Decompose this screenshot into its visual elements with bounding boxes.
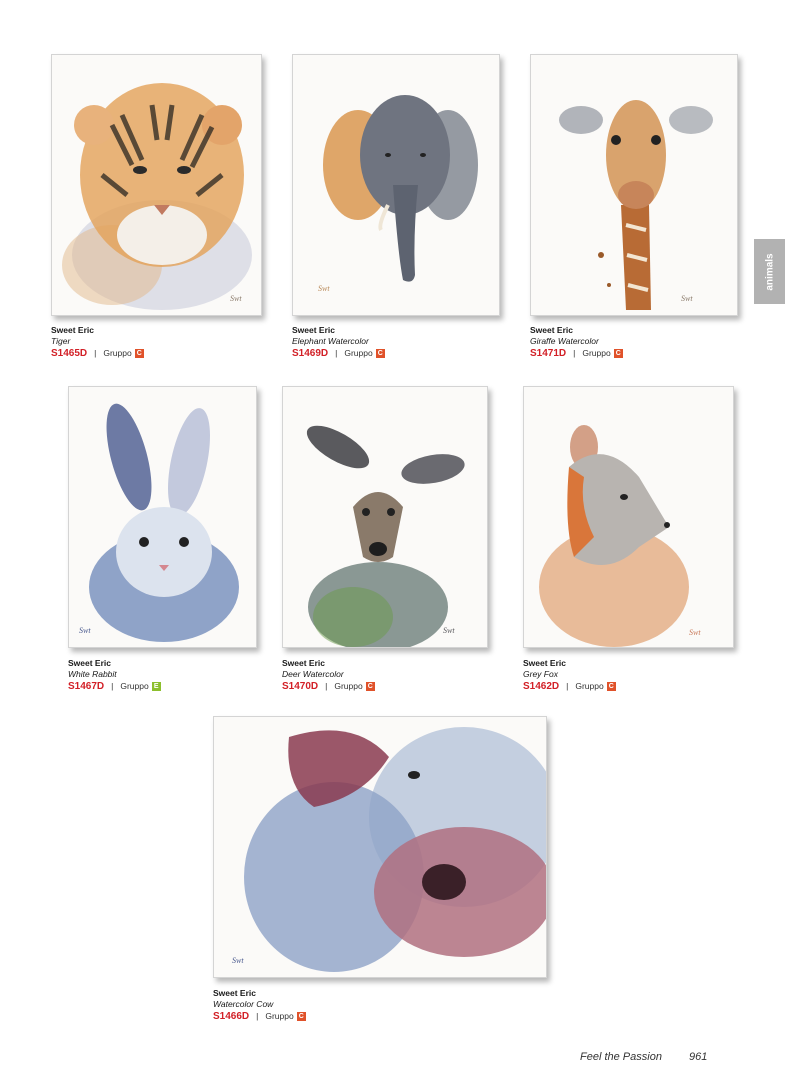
caption: Sweet Eric Grey Fox S1462D | Gruppo C xyxy=(523,658,616,692)
artwork-deer[interactable]: Swt xyxy=(282,386,488,648)
product-code: S1462D xyxy=(523,681,560,692)
artwork-title: Giraffe Watercolor xyxy=(530,336,599,346)
svg-text:Swt: Swt xyxy=(79,626,91,635)
group-label: Gruppo xyxy=(265,1011,294,1021)
group-badge: E xyxy=(151,682,161,691)
caption: Sweet Eric Tiger S1465D | Gruppo C xyxy=(51,325,144,359)
separator: | xyxy=(566,681,569,691)
svg-text:Swt: Swt xyxy=(689,628,701,637)
group-label: Gruppo xyxy=(582,348,611,358)
artwork-title: Watercolor Cow xyxy=(213,999,274,1009)
section-tab-label: animals xyxy=(764,252,775,291)
artist-name: Sweet Eric xyxy=(213,988,256,998)
artist-name: Sweet Eric xyxy=(68,658,111,668)
separator: | xyxy=(325,681,328,691)
artwork-rabbit[interactable]: Swt xyxy=(68,386,257,648)
separator: | xyxy=(256,1011,259,1021)
product-code: S1465D xyxy=(51,348,88,359)
artwork-title: White Rabbit xyxy=(68,669,117,679)
svg-text:Swt: Swt xyxy=(681,294,693,303)
artwork-title: Tiger xyxy=(51,336,71,346)
product-code: S1470D xyxy=(282,681,319,692)
artwork-elephant[interactable]: Swt xyxy=(292,54,500,316)
svg-text:Swt: Swt xyxy=(232,956,244,965)
caption: Sweet Eric Elephant Watercolor S1469D | … xyxy=(292,325,385,359)
separator: | xyxy=(94,348,97,358)
product-code: S1469D xyxy=(292,348,329,359)
artwork-title: Deer Watercolor xyxy=(282,669,344,679)
product-code: S1471D xyxy=(530,348,567,359)
svg-text:Swt: Swt xyxy=(443,626,455,635)
group-label: Gruppo xyxy=(575,681,604,691)
separator: | xyxy=(335,348,338,358)
footer-slogan: Feel the Passion xyxy=(580,1051,662,1063)
caption: Sweet Eric White Rabbit S1467D | Gruppo … xyxy=(68,658,161,692)
artwork-title: Grey Fox xyxy=(523,669,558,679)
caption: Sweet Eric Giraffe Watercolor S1471D | G… xyxy=(530,325,623,359)
caption: Sweet Eric Watercolor Cow S1466D | Grupp… xyxy=(213,988,306,1022)
separator: | xyxy=(111,681,114,691)
artwork-fox[interactable]: Swt xyxy=(523,386,734,648)
group-label: Gruppo xyxy=(120,681,149,691)
group-label: Gruppo xyxy=(103,348,132,358)
page-footer: Feel the Passion 961 xyxy=(580,1051,707,1063)
group-badge: C xyxy=(296,1012,306,1021)
artist-name: Sweet Eric xyxy=(523,658,566,668)
group-badge: C xyxy=(375,349,385,358)
separator: | xyxy=(573,348,576,358)
group-badge: C xyxy=(365,682,375,691)
group-label: Gruppo xyxy=(344,348,373,358)
artwork-giraffe[interactable]: Swt xyxy=(530,54,738,316)
section-tab: animals xyxy=(754,239,785,304)
artwork-title: Elephant Watercolor xyxy=(292,336,369,346)
artwork-cow[interactable]: Swt xyxy=(213,716,547,978)
caption: Sweet Eric Deer Watercolor S1470D | Grup… xyxy=(282,658,375,692)
product-code: S1466D xyxy=(213,1011,250,1022)
artist-name: Sweet Eric xyxy=(282,658,325,668)
page-number: 961 xyxy=(689,1051,708,1063)
artist-name: Sweet Eric xyxy=(51,325,94,335)
group-label: Gruppo xyxy=(334,681,363,691)
artist-name: Sweet Eric xyxy=(292,325,335,335)
product-code: S1467D xyxy=(68,681,105,692)
group-badge: C xyxy=(613,349,623,358)
group-badge: C xyxy=(606,682,616,691)
artist-name: Sweet Eric xyxy=(530,325,573,335)
svg-text:Swt: Swt xyxy=(230,294,242,303)
svg-text:Swt: Swt xyxy=(318,284,330,293)
artwork-tiger[interactable]: Swt xyxy=(51,54,262,316)
group-badge: C xyxy=(134,349,144,358)
